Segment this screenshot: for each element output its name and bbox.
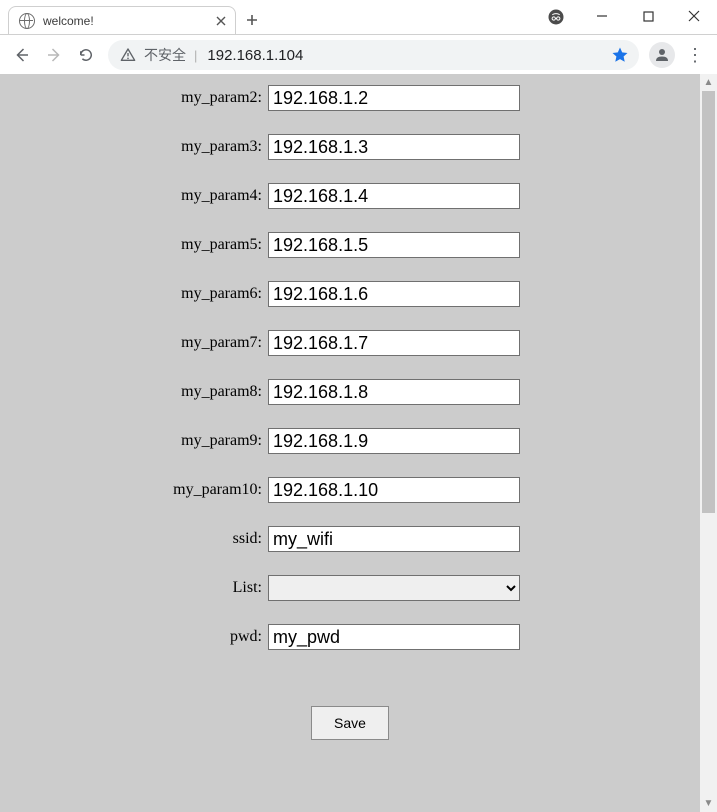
label-list: List: [0,579,268,597]
close-tab-icon[interactable] [213,13,229,29]
address-bar[interactable]: 不安全 | [108,40,639,70]
row-param-5: my_param6: [0,279,700,309]
row-param-8: my_param9: [0,426,700,456]
row-param-6: my_param7: [0,328,700,358]
label-param-4: my_param5: [0,236,268,254]
window-minimize-button[interactable] [579,0,625,32]
security-label: 不安全 [144,45,186,65]
nav-back-button[interactable] [6,39,38,71]
input-param-10[interactable] [268,526,520,552]
scroll-down-icon[interactable]: ▼ [700,795,717,812]
save-button[interactable]: Save [311,706,389,740]
window-close-button[interactable] [671,0,717,32]
bookmark-star-icon[interactable] [611,46,629,64]
label-param-3: my_param4: [0,187,268,205]
save-row: Save [0,706,700,740]
select-list[interactable] [268,575,520,601]
row-param-10: ssid: [0,524,700,554]
input-param-3[interactable] [268,183,520,209]
window-controls [579,0,717,32]
vertical-scrollbar[interactable]: ▲ ▼ [700,74,717,812]
row-pwd: pwd: [0,622,700,652]
browser-tab[interactable]: welcome! [8,6,236,34]
input-param-4[interactable] [268,232,520,258]
page-body: my_param2: my_param3: my_param4: my_param5:… [0,74,700,812]
url-input[interactable] [205,46,605,65]
label-param-7: my_param8: [0,383,268,401]
browser-toolbar: 不安全 | ⋮ [0,35,717,76]
row-param-9: my_param10: [0,475,700,505]
input-pwd[interactable] [268,624,520,650]
profile-avatar-button[interactable] [649,42,675,68]
input-param-2[interactable] [268,134,520,160]
row-param-1: my_param2: [0,83,700,113]
browser-titlebar: welcome! [0,0,717,35]
address-divider: | [194,48,197,63]
input-param-6[interactable] [268,330,520,356]
input-param-7[interactable] [268,379,520,405]
label-pwd: pwd: [0,628,268,646]
row-param-2: my_param3: [0,132,700,162]
not-secure-icon [120,47,136,63]
label-param-2: my_param3: [0,138,268,156]
config-form: my_param2: my_param3: my_param4: my_param5:… [0,74,700,740]
tab-title: welcome! [43,14,213,28]
input-param-1[interactable] [268,85,520,111]
incognito-icon [545,6,567,28]
browser-menu-button[interactable]: ⋮ [679,39,711,71]
row-list: List: [0,573,700,603]
label-param-1: my_param2: [0,89,268,107]
content-viewport: my_param2: my_param3: my_param4: my_param5:… [0,74,717,812]
label-param-8: my_param9: [0,432,268,450]
new-tab-button[interactable] [242,10,262,30]
row-param-4: my_param5: [0,230,700,260]
label-param-6: my_param7: [0,334,268,352]
input-param-9[interactable] [268,477,520,503]
nav-reload-button[interactable] [70,39,102,71]
window-maximize-button[interactable] [625,0,671,32]
label-param-9: my_param10: [0,481,268,499]
globe-icon [19,13,35,29]
label-param-10: ssid: [0,530,268,548]
input-param-8[interactable] [268,428,520,454]
label-param-5: my_param6: [0,285,268,303]
row-param-3: my_param4: [0,181,700,211]
nav-forward-button[interactable] [38,39,70,71]
scroll-up-icon[interactable]: ▲ [700,74,717,91]
input-param-5[interactable] [268,281,520,307]
scroll-thumb[interactable] [702,91,715,513]
row-param-7: my_param8: [0,377,700,407]
